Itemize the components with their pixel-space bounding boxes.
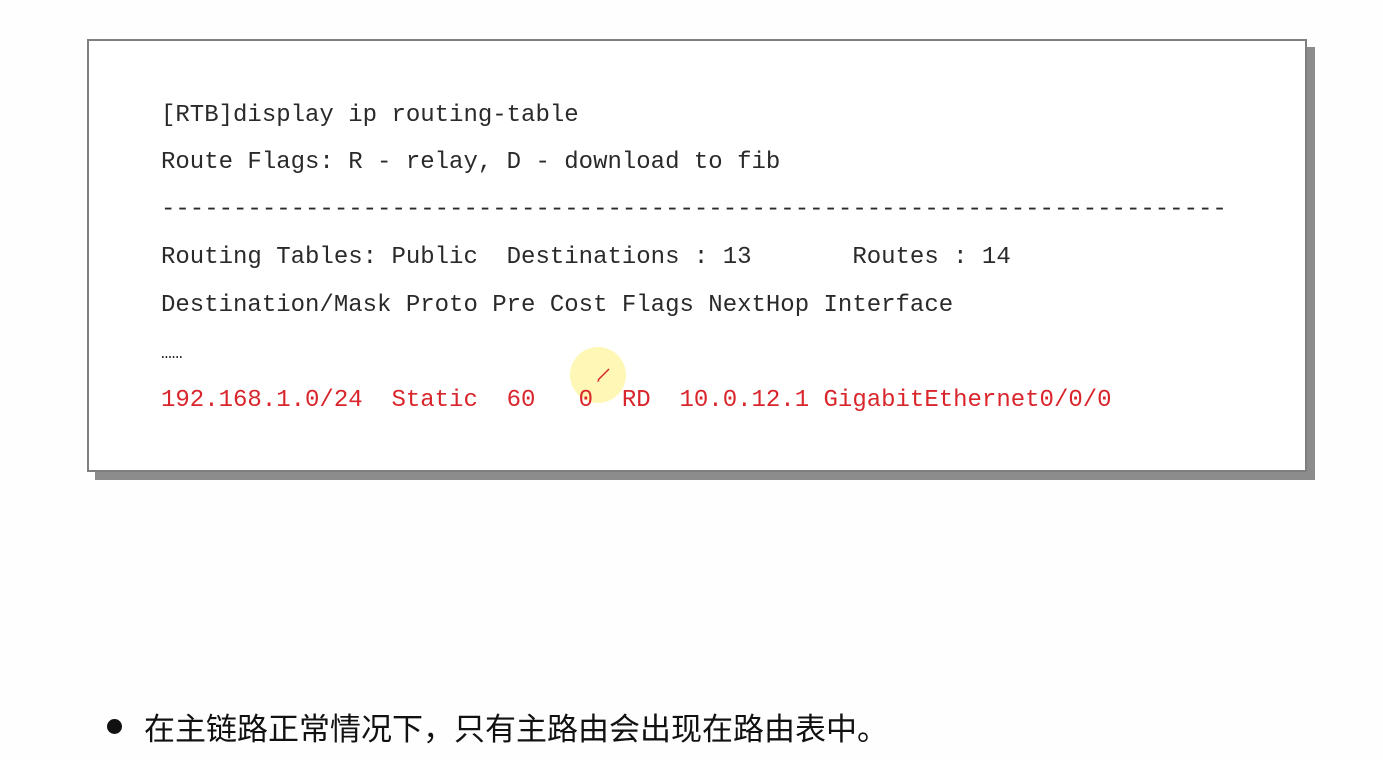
route-flags-line: Route Flags: R - relay, D - download to …	[161, 149, 781, 176]
bullet-text: 在主链路正常情况下，只有主路由会出现在路由表中。	[144, 712, 888, 748]
bullet-point: 在主链路正常情况下，只有主路由会出现在路由表中。	[107, 704, 888, 749]
ellipsis: ……	[161, 344, 183, 364]
routing-table-output: [RTB]display ip routing-table Route Flag…	[87, 39, 1307, 472]
separator-line: ----------------------------------------…	[161, 196, 1227, 223]
bullet-dot-icon	[107, 719, 122, 734]
pen-pointer-icon	[597, 368, 610, 382]
static-route-row: 192.168.1.0/24 Static 60 0 RD 10.0.12.1 …	[161, 387, 1112, 414]
command-line: [RTB]display ip routing-table	[161, 102, 579, 129]
table-header: Destination/Mask Proto Pre Cost Flags Ne…	[161, 292, 954, 319]
routing-tables-summary: Routing Tables: Public Destinations : 13…	[161, 244, 1011, 271]
